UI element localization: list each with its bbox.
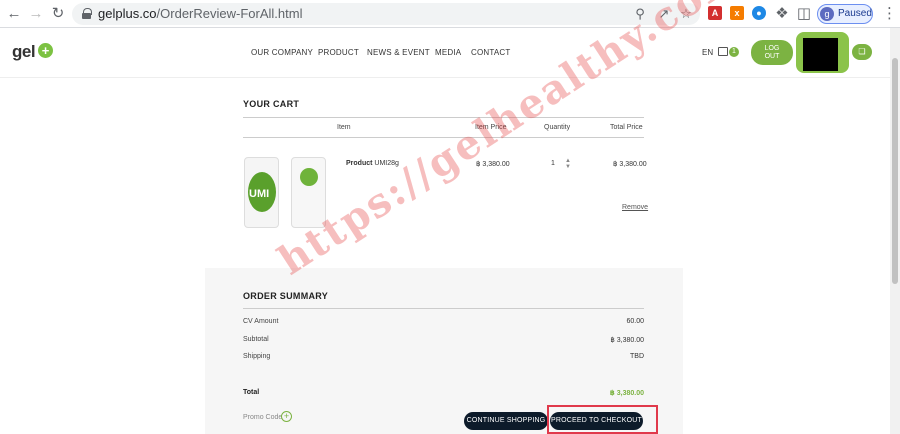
checkout-highlight-box [547, 405, 658, 434]
divider [243, 117, 644, 118]
nav-news-event[interactable]: NEWS & EVENT [367, 48, 430, 57]
lock-icon [82, 8, 92, 19]
extensions-puzzle-icon[interactable]: ❖ [772, 4, 792, 24]
promo-add-icon[interactable]: + [281, 411, 292, 422]
product-image[interactable]: UMI [244, 157, 326, 228]
col-item: Item [337, 124, 351, 131]
nav-media[interactable]: MEDIA [435, 48, 461, 57]
url-text[interactable]: gelplus.co/OrderReview-ForAll.html [98, 6, 302, 21]
cart-count-badge: 1 [729, 47, 739, 57]
col-item-price: Item Price [475, 124, 507, 131]
quantity-arrows-icon[interactable]: ▲ ▼ [565, 158, 571, 170]
back-icon[interactable]: ← [4, 4, 24, 24]
address-bar[interactable]: gelplus.co/OrderReview-ForAll.html ⚲ ↗ ☆ [72, 3, 700, 25]
avatar: g [820, 7, 834, 21]
profile-status: Paused [838, 8, 872, 19]
continue-shopping-button[interactable]: CONTINUE SHOPPING [464, 412, 548, 430]
total-label: Total [243, 389, 260, 396]
zoom-icon[interactable]: ⚲ [632, 6, 648, 22]
summary-title: ORDER SUMMARY [243, 291, 329, 301]
product-name[interactable]: Product UMI28g [346, 160, 399, 167]
scrollbar-thumb[interactable] [892, 58, 898, 284]
summary-value: TBD [630, 353, 644, 360]
summary-label: Shipping [243, 353, 271, 360]
nav-product[interactable]: PRODUCT [318, 48, 359, 57]
site-header: gel + OUR COMPANY PRODUCT NEWS & EVENT M… [0, 28, 890, 78]
nav-contact[interactable]: CONTACT [471, 48, 510, 57]
remove-link[interactable]: Remove [622, 204, 648, 211]
cart-icon[interactable] [718, 47, 728, 56]
product-pouch-back [291, 157, 326, 228]
forward-icon[interactable]: → [26, 4, 46, 24]
divider [243, 137, 644, 138]
extension-icon[interactable]: x [730, 6, 744, 20]
user-avatar[interactable] [796, 32, 849, 73]
menu-kebab-icon[interactable]: ⋮ [882, 4, 897, 22]
promo-code-label[interactable]: Promo Code [243, 414, 282, 421]
side-panel-icon[interactable]: ◫ [794, 4, 814, 24]
summary-value: ฿ 3,380.00 [610, 337, 644, 344]
page-scrollbar[interactable] [890, 28, 900, 434]
summary-label: CV Amount [243, 318, 279, 325]
product-pouch-front: UMI [244, 157, 279, 228]
summary-label: Subtotal [243, 336, 269, 343]
nav-our-company[interactable]: OUR COMPANY [251, 48, 313, 57]
divider [243, 308, 644, 309]
share-icon[interactable]: ↗ [656, 6, 672, 22]
extension-icon[interactable]: ● [752, 6, 766, 20]
bookmark-star-icon[interactable]: ☆ [678, 6, 694, 22]
reload-icon[interactable]: ↻ [48, 4, 68, 24]
quantity-stepper[interactable]: 1 [551, 160, 555, 167]
copy-icon[interactable]: ❏ [852, 44, 872, 60]
browser-toolbar: ← → ↻ gelplus.co/OrderReview-ForAll.html… [0, 0, 900, 28]
cart-title: YOUR CART [243, 99, 300, 109]
profile-button[interactable]: g Paused [817, 4, 873, 24]
site-logo[interactable]: gel [12, 42, 36, 62]
redacted-block [803, 38, 838, 71]
col-quantity: Quantity [544, 124, 571, 131]
language-selector[interactable]: EN [702, 48, 713, 57]
pdf-extension-icon[interactable]: A [708, 6, 722, 20]
summary-value: 60.00 [626, 318, 644, 325]
col-total-price: Total Price [610, 124, 643, 131]
item-total: ฿ 3,380.00 [613, 161, 647, 168]
logo-plus-icon: + [38, 43, 53, 58]
logout-button[interactable]: LOG OUT [751, 40, 793, 65]
total-value: ฿ 3,380.00 [609, 390, 644, 397]
item-price: ฿ 3,380.00 [476, 161, 510, 168]
